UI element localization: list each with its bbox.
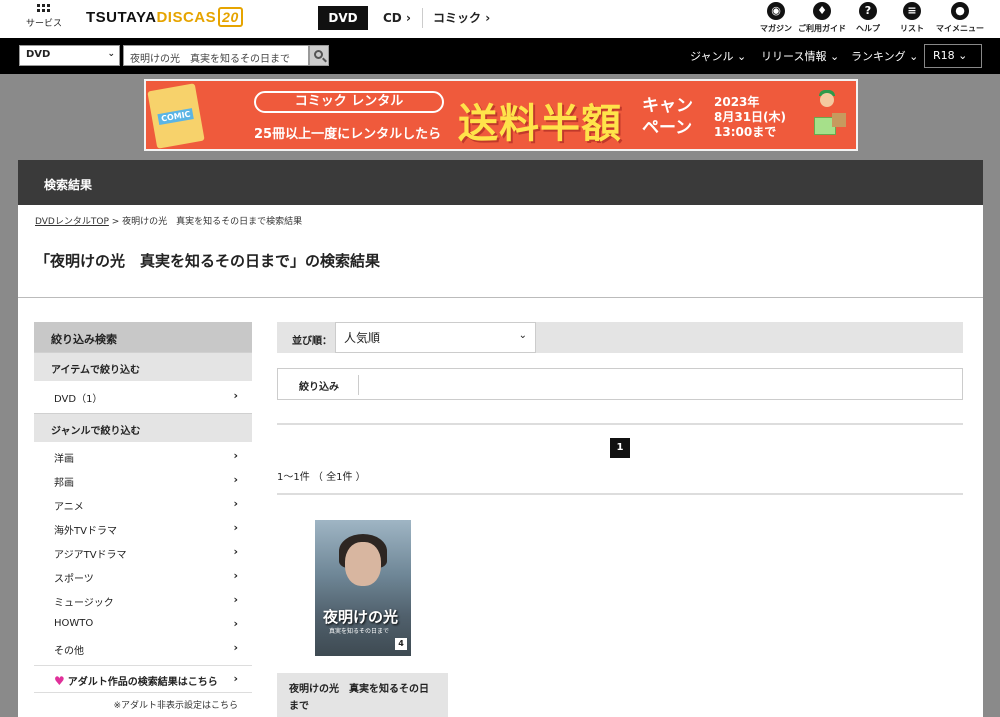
- genre-item[interactable]: アジアTVドラマ ›: [34, 541, 252, 565]
- adult-hide-setting-link[interactable]: ※アダルト非表示設定はこちら: [34, 693, 252, 716]
- nav-genre[interactable]: ジャンル ⌄: [690, 48, 746, 64]
- breadcrumb-home-link[interactable]: DVDレンタルTOP: [35, 217, 109, 227]
- breadcrumb: DVDレンタルTOP > 夜明けの光 真実を知るその日まで検索結果: [35, 217, 303, 227]
- filter-label: 絞り込み: [299, 382, 339, 393]
- sort-select[interactable]: 人気順 ⌄: [335, 322, 536, 353]
- product-cover-image[interactable]: 夜明けの光 真実を知るその日まで 4: [315, 520, 411, 656]
- chevron-right-icon: ›: [233, 521, 238, 534]
- delivery-illustration-icon: [796, 87, 852, 147]
- guide-icon: ♦: [813, 2, 831, 20]
- sort-bar: 並び順： 人気順 ⌄: [277, 322, 963, 353]
- main-panel: 検索結果 DVDレンタルTOP > 夜明けの光 真実を知るその日まで検索結果 「…: [18, 160, 983, 717]
- sort-label: 並び順：: [292, 336, 332, 347]
- divider: [277, 493, 963, 495]
- grid-icon: [36, 4, 50, 12]
- product-title-link[interactable]: 夜明けの光 真実を知るその日まで: [277, 673, 448, 717]
- nav-magazine[interactable]: ◉ マガジン: [750, 2, 802, 34]
- nav-guide[interactable]: ♦ ご利用ガイド: [796, 2, 848, 34]
- chevron-right-icon: ›: [233, 473, 238, 486]
- magazine-icon: ◉: [767, 2, 785, 20]
- genre-item[interactable]: スポーツ ›: [34, 565, 252, 589]
- search-button[interactable]: [309, 45, 329, 66]
- genre-item[interactable]: その他 ›: [34, 637, 252, 661]
- campaign-banner[interactable]: COMIC コミック レンタル 25冊以上一度にレンタルしたら 送料半額 キャン…: [144, 79, 858, 151]
- banner-date: 2023年 8月31日(木) 13:00まで: [714, 95, 787, 139]
- comic-book-icon: COMIC: [147, 83, 205, 149]
- chevron-right-icon: ›: [405, 11, 411, 25]
- cover-subtitle: 真実を知るその日まで: [329, 628, 390, 635]
- divider: [422, 8, 423, 28]
- chevron-down-icon: ⌄: [518, 330, 527, 341]
- result-count: 1〜1件 （ 全1件 ）: [277, 472, 366, 483]
- category-tab-cd[interactable]: CD ›: [383, 6, 411, 30]
- section-heading: 検索結果: [18, 160, 983, 205]
- category-tab-dvd[interactable]: DVD: [318, 6, 368, 30]
- adult-results-link[interactable]: ♥ アダルト作品の検索結果はこちら ›: [34, 665, 252, 693]
- nav-release[interactable]: リリース情報 ⌄: [761, 48, 839, 64]
- chevron-right-icon: ›: [233, 641, 238, 654]
- nav-ranking[interactable]: ランキング ⌄: [851, 48, 918, 64]
- banner-subtext: 25冊以上一度にレンタルしたら: [254, 127, 442, 142]
- service-label: サービス: [26, 19, 63, 29]
- divider: [277, 423, 963, 425]
- chevron-right-icon: ›: [233, 449, 238, 462]
- genre-item[interactable]: 洋画 ›: [34, 445, 252, 469]
- chevron-right-icon: ›: [233, 389, 238, 402]
- banner-headline: 送料半額: [458, 101, 622, 147]
- banner-pill: コミック レンタル: [254, 91, 444, 113]
- category-tab-comic[interactable]: コミック ›: [433, 6, 490, 30]
- filter-header: 絞り込み検索: [34, 322, 252, 352]
- page-title: 「夜明けの光 真実を知るその日まで」の検索結果: [35, 252, 381, 270]
- filter-box: 絞り込み: [277, 368, 963, 400]
- chevron-right-icon: ›: [233, 672, 238, 685]
- search-input[interactable]: 夜明けの光 真実を知るその日まで: [123, 45, 309, 66]
- genre-item[interactable]: 邦画 ›: [34, 469, 252, 493]
- genre-item[interactable]: 海外TVドラマ ›: [34, 517, 252, 541]
- filter-item-dvd[interactable]: DVD（1） ›: [34, 381, 252, 413]
- filter-sidebar: 絞り込み検索 アイテムで絞り込む DVD（1） › ジャンルで絞り込む 洋画 › …: [34, 322, 252, 716]
- search-category-select[interactable]: DVD ⌄: [19, 45, 120, 66]
- nav-mymenu[interactable]: ● マイメニュー: [934, 2, 986, 34]
- cover-volume: 4: [395, 638, 407, 650]
- chevron-right-icon: ›: [233, 593, 238, 606]
- chevron-right-icon: ›: [233, 497, 238, 510]
- heart-icon: ♥: [54, 674, 65, 688]
- divider: [18, 297, 983, 298]
- r18-toggle[interactable]: R18 ⌄: [924, 44, 982, 68]
- genre-item[interactable]: HOWTO ›: [34, 613, 252, 637]
- chevron-right-icon: ›: [233, 569, 238, 582]
- search-bar: DVD ⌄ 夜明けの光 真実を知るその日まで ジャンル ⌄ リリース情報 ⌄ ラ…: [0, 38, 1000, 74]
- list-icon: ≡: [903, 2, 921, 20]
- user-icon: ●: [951, 2, 969, 20]
- banner-campaign: キャンペーン: [642, 96, 693, 138]
- chevron-down-icon: ⌄: [107, 49, 115, 59]
- help-icon: ?: [859, 2, 877, 20]
- page-button-current[interactable]: 1: [610, 438, 630, 458]
- chevron-right-icon: ›: [233, 545, 238, 558]
- cover-title: 夜明けの光: [323, 608, 399, 626]
- chevron-right-icon: ›: [485, 11, 491, 25]
- genre-item[interactable]: ミュージック ›: [34, 589, 252, 613]
- genre-item[interactable]: アニメ ›: [34, 493, 252, 517]
- item-filter-section: アイテムで絞り込む: [34, 352, 252, 381]
- chevron-right-icon: ›: [233, 617, 238, 630]
- nav-list[interactable]: ≡ リスト: [886, 2, 938, 34]
- service-menu-button[interactable]: サービス: [26, 4, 63, 29]
- top-header: サービス TSUTAYADISCAS 20 DVD CD › コミック › ◉ マ…: [0, 0, 1000, 38]
- site-logo[interactable]: TSUTAYADISCAS 20: [86, 7, 243, 27]
- genre-filter-section: ジャンルで絞り込む: [34, 413, 252, 442]
